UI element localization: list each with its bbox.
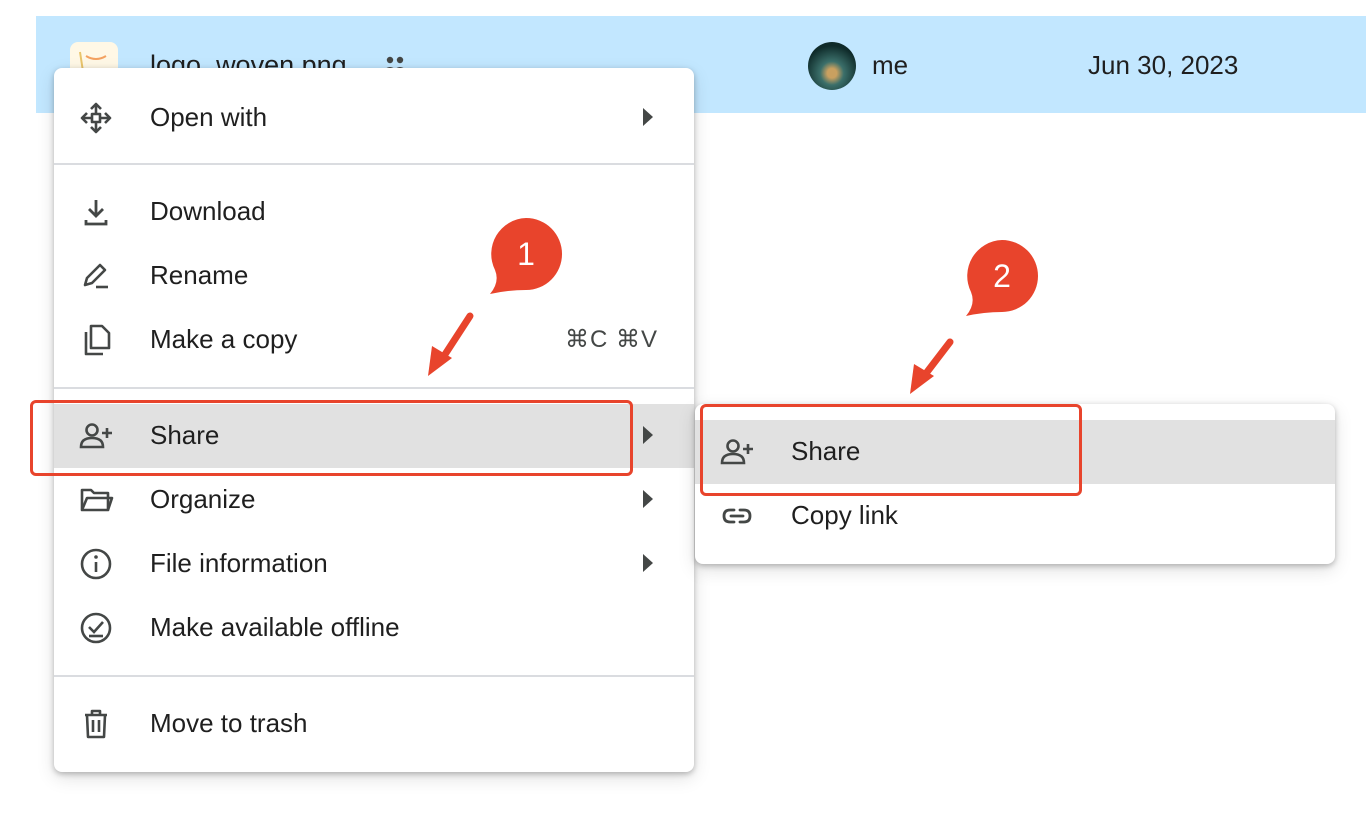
step1-arrow-icon [428,312,474,376]
annotation-arrows [428,217,1038,394]
step2-arrow-icon [910,338,954,394]
step1-number: 1 [517,236,535,272]
step2-number: 2 [993,258,1011,294]
